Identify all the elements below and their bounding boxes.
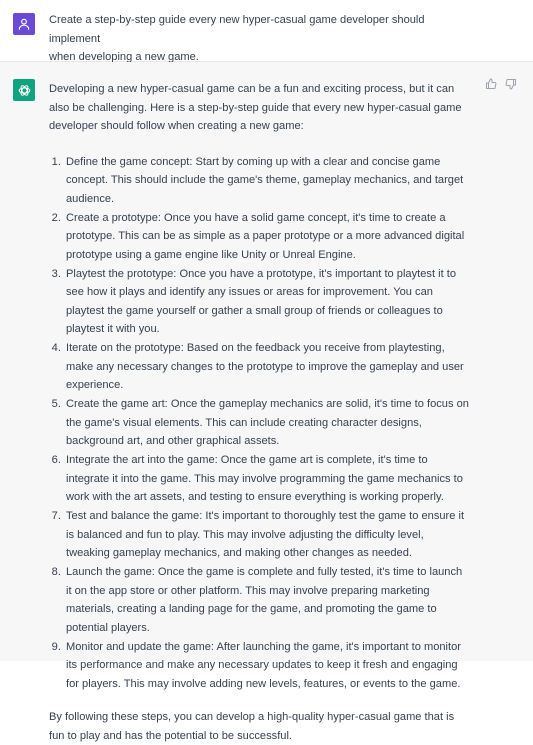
list-item: Launch the game: Once the game is comple… [64,563,469,637]
list-item: Create a prototype: Once you have a soli… [64,209,469,265]
assistant-conclusion: By following these steps, you can develo… [49,711,455,742]
user-message-row: Create a step-by-step guide every new hy… [0,0,533,63]
user-icon [18,18,30,30]
list-item: Create the game art: Once the gameplay m… [64,395,469,451]
list-item: Integrate the art into the game: Once th… [64,451,469,507]
list-item: Test and balance the game: It's importan… [64,507,469,563]
user-avatar [13,13,35,35]
user-message-text: Create a step-by-step guide every new hy… [49,14,425,63]
list-item: Monitor and update the game: After launc… [64,638,469,694]
openai-logo-icon [18,84,30,96]
assistant-message-content: Developing a new hyper-casual game can b… [49,80,469,745]
steps-list: Define the game concept: Start by coming… [49,153,469,694]
assistant-avatar [13,79,35,101]
thumbs-down-icon [505,78,516,90]
list-item: Iterate on the prototype: Based on the f… [64,339,469,395]
feedback-buttons [485,78,517,90]
thumbs-up-button[interactable] [485,78,497,90]
assistant-message-row: Developing a new hyper-casual game can b… [0,62,533,742]
thumbs-down-button[interactable] [505,78,517,90]
list-item: Playtest the prototype: Once you have a … [64,265,469,339]
thumbs-up-icon [486,78,497,90]
list-item: Define the game concept: Start by coming… [64,153,469,209]
assistant-intro: Developing a new hyper-casual game can b… [49,83,462,132]
